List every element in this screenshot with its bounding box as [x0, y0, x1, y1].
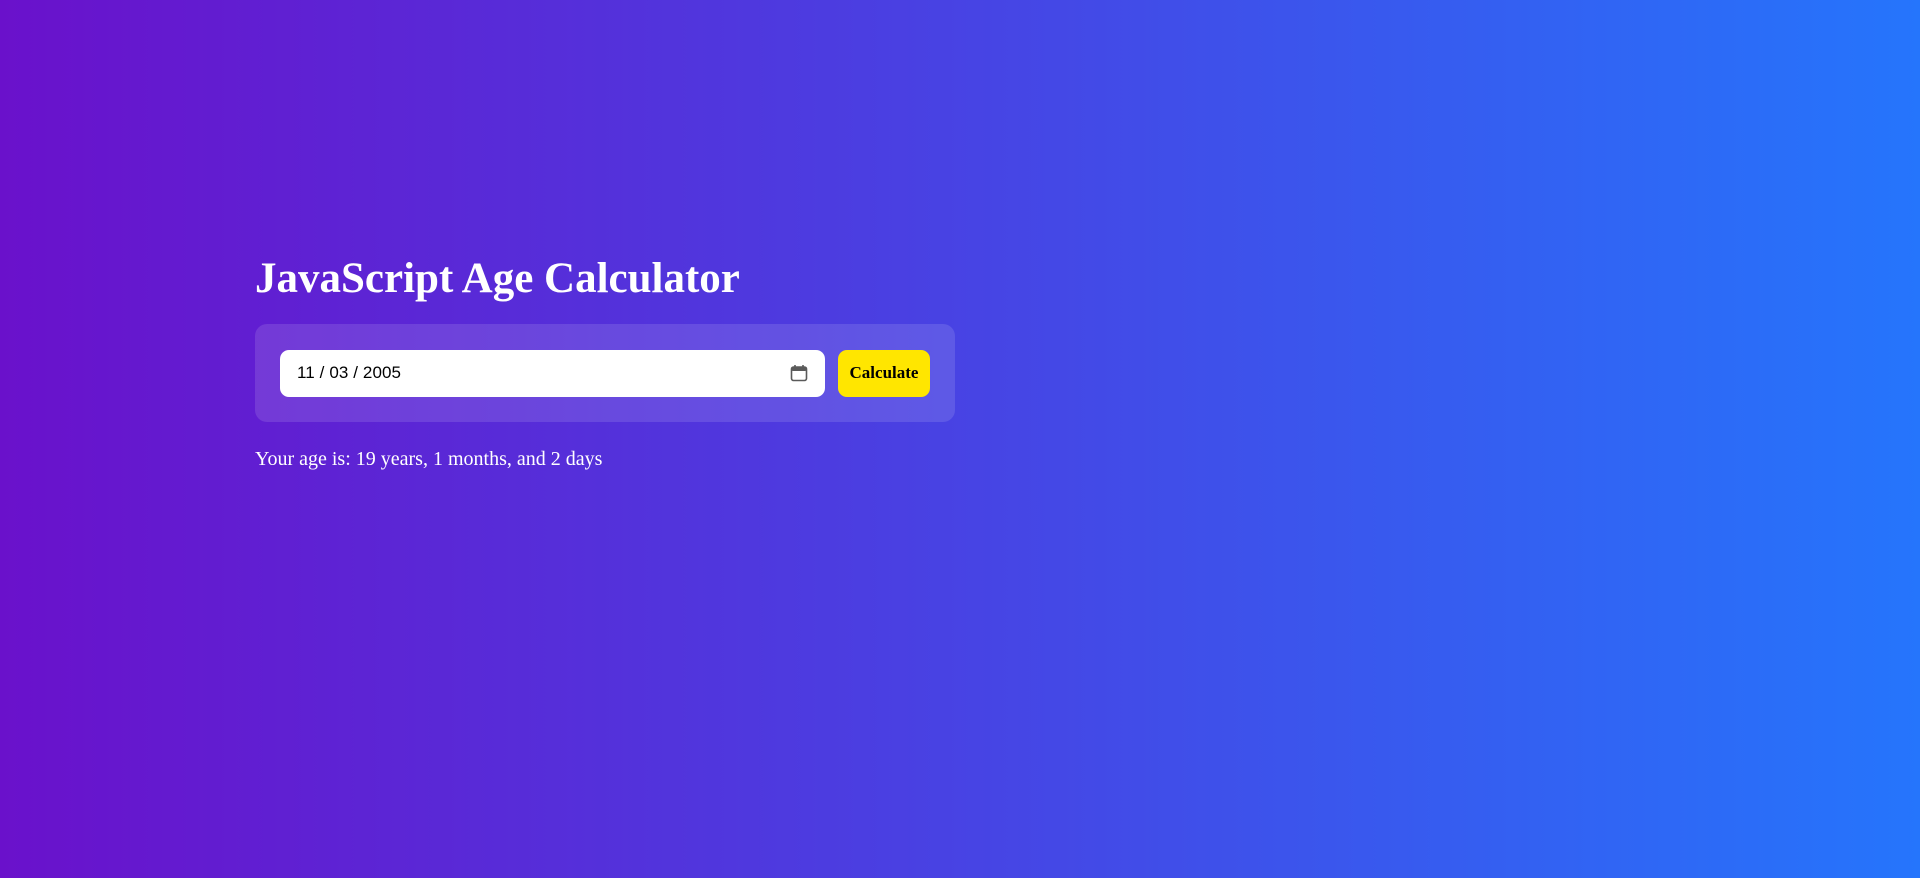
birthdate-value[interactable]: 11 / 03 / 2005 [297, 363, 401, 383]
birthdate-input[interactable]: 11 / 03 / 2005 [280, 349, 825, 397]
input-card: 11 / 03 / 2005 Calculate [255, 324, 955, 422]
calendar-icon[interactable] [789, 363, 809, 383]
calculate-button[interactable]: Calculate [838, 349, 930, 397]
age-calculator: JavaScript Age Calculator 11 / 03 / 2005… [255, 252, 955, 472]
calendar-icon-graphic [790, 365, 808, 382]
page-title: JavaScript Age Calculator [255, 255, 740, 302]
age-result: Your age is: 19 years, 1 months, and 2 d… [255, 448, 603, 470]
